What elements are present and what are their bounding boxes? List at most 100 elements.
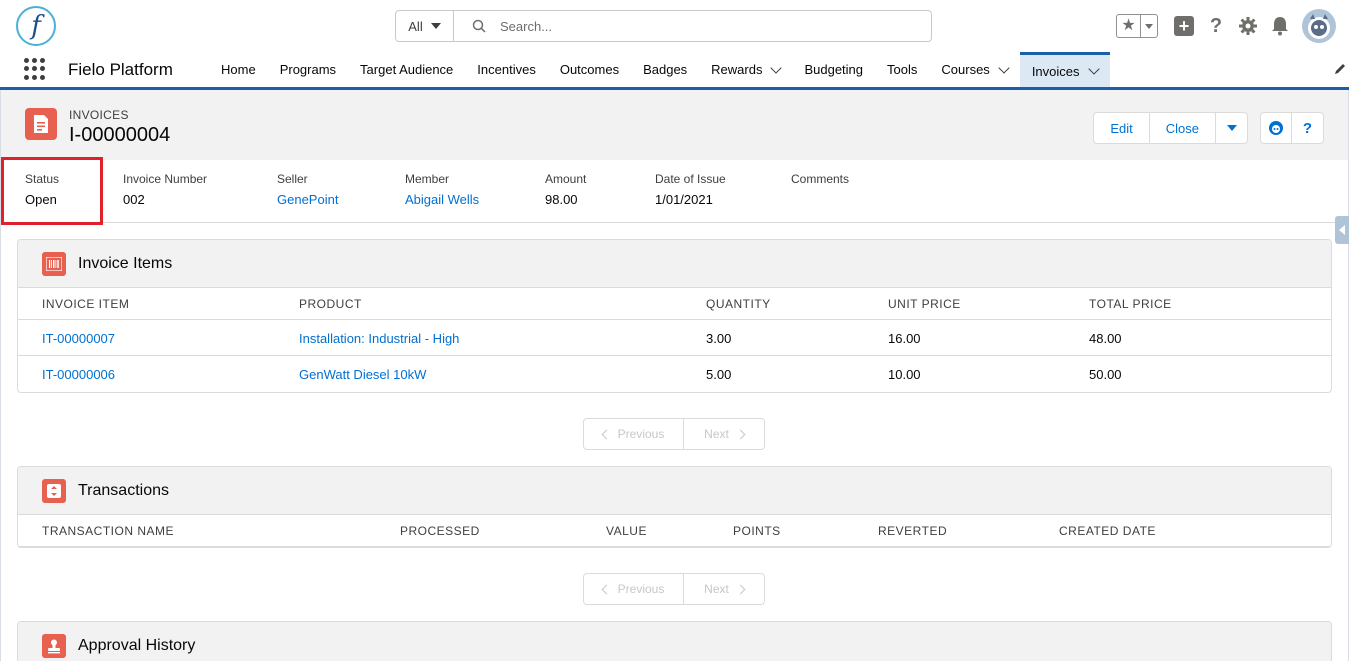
unit-price-cell: 10.00 xyxy=(888,367,921,382)
chevron-down-icon[interactable] xyxy=(770,61,783,74)
chevron-right-icon xyxy=(735,584,746,594)
nav-item-budgeting[interactable]: Budgeting xyxy=(792,52,875,87)
highlight-seller: Seller GenePoint xyxy=(277,172,338,207)
nav-label: Invoices xyxy=(1031,63,1080,79)
invoice-number-value: 002 xyxy=(123,192,145,207)
edit-button[interactable]: Edit xyxy=(1093,112,1150,144)
astro-avatar-icon xyxy=(1308,14,1330,39)
nav-item-outcomes[interactable]: Outcomes xyxy=(548,52,631,87)
column-header[interactable]: TRANSACTION NAME xyxy=(42,524,174,538)
follow-button[interactable] xyxy=(1260,112,1292,144)
chevron-left-icon xyxy=(601,429,612,439)
chevron-down-icon xyxy=(430,23,441,29)
unit-price-cell: 16.00 xyxy=(888,331,921,346)
utility-panel-toggle[interactable] xyxy=(1335,216,1349,244)
global-actions-button[interactable]: + xyxy=(1168,10,1200,42)
favorites-list-button[interactable] xyxy=(1141,23,1157,29)
invoice-items-card: Invoice Items INVOICE ITEM PRODUCT QUANT… xyxy=(17,239,1332,393)
nav-item-badges[interactable]: Badges xyxy=(631,52,699,87)
app-launcher-icon[interactable] xyxy=(24,58,46,80)
nav-label: Rewards xyxy=(711,62,763,77)
card-title[interactable]: Transactions xyxy=(78,482,169,500)
column-header[interactable]: VALUE xyxy=(606,524,647,538)
close-button[interactable]: Close xyxy=(1149,112,1216,144)
help-button[interactable]: ? xyxy=(1200,10,1232,42)
plus-icon: + xyxy=(1174,16,1194,36)
column-header[interactable]: QUANTITY xyxy=(706,297,771,311)
quantity-cell: 5.00 xyxy=(706,367,732,382)
column-header[interactable]: UNIT PRICE xyxy=(888,297,961,311)
app-name: Fielo Platform xyxy=(68,60,173,79)
search-input[interactable] xyxy=(500,18,900,34)
nav-item-rewards[interactable]: Rewards xyxy=(699,52,792,87)
next-button[interactable]: Next xyxy=(684,419,764,449)
nav-label: Tools xyxy=(887,62,918,77)
card-title[interactable]: Approval History xyxy=(78,637,195,655)
edit-nav-button[interactable] xyxy=(1333,62,1347,79)
global-search: All xyxy=(395,10,932,42)
transactions-pager: Previous Next xyxy=(583,573,765,605)
nav-item-courses[interactable]: Courses xyxy=(929,52,1019,87)
invoice-items-pager: Previous Next xyxy=(583,418,765,450)
record-type-label: INVOICES xyxy=(69,108,129,122)
chevron-right-icon xyxy=(735,429,746,439)
nav-items: Home Programs Target Audience Incentives… xyxy=(209,52,1110,87)
notifications-button[interactable] xyxy=(1264,10,1296,42)
amount-value: 98.00 xyxy=(545,192,578,207)
field-label: Date of Issue xyxy=(655,172,726,186)
favorites-button[interactable]: ★ xyxy=(1116,14,1158,38)
nav-label: Courses xyxy=(941,62,990,77)
more-actions-button[interactable] xyxy=(1216,112,1248,144)
column-header[interactable]: TOTAL PRICE xyxy=(1089,297,1172,311)
global-header: f All ★ + ? xyxy=(0,0,1349,52)
setup-button[interactable] xyxy=(1232,10,1264,42)
barcode-icon xyxy=(42,251,66,276)
column-header[interactable]: REVERTED xyxy=(878,524,947,538)
nav-label: Programs xyxy=(279,62,337,77)
status-highlight-box xyxy=(1,157,103,225)
nav-item-invoices[interactable]: Invoices xyxy=(1019,52,1110,87)
chevron-down-icon[interactable] xyxy=(1087,63,1100,75)
search-icon xyxy=(472,19,486,33)
nav-item-incentives[interactable]: Incentives xyxy=(465,52,548,87)
column-header[interactable]: PROCESSED xyxy=(400,524,480,538)
field-label: Amount xyxy=(545,172,587,186)
chevron-down-icon[interactable] xyxy=(998,61,1010,74)
column-header[interactable]: INVOICE ITEM xyxy=(42,297,129,311)
user-avatar[interactable] xyxy=(1302,9,1336,43)
record-actions: Edit Close xyxy=(1093,112,1248,144)
member-link[interactable]: Abigail Wells xyxy=(405,192,479,207)
approval-history-card: Approval History xyxy=(17,621,1332,661)
nav-item-home[interactable]: Home xyxy=(209,52,268,87)
approval-icon xyxy=(42,633,66,658)
app-nav-bar: Fielo Platform Home Programs Target Audi… xyxy=(0,52,1349,90)
column-header[interactable]: CREATED DATE xyxy=(1059,524,1156,538)
product-link[interactable]: GenWatt Diesel 10kW xyxy=(299,367,426,382)
field-label: Invoice Number xyxy=(123,172,208,186)
nav-label: Budgeting xyxy=(804,62,864,77)
column-header[interactable]: PRODUCT xyxy=(299,297,362,311)
column-header[interactable]: POINTS xyxy=(733,524,781,538)
search-scope-label: All xyxy=(408,18,423,34)
product-link[interactable]: Installation: Industrial - High xyxy=(299,331,459,346)
card-title[interactable]: Invoice Items xyxy=(78,255,172,273)
nav-item-target-audience[interactable]: Target Audience xyxy=(348,52,465,87)
previous-button[interactable]: Previous xyxy=(584,574,684,604)
record-utility-buttons: ? xyxy=(1260,112,1324,144)
nav-label: Home xyxy=(221,62,256,77)
previous-button[interactable]: Previous xyxy=(584,419,684,449)
table-header: INVOICE ITEM PRODUCT QUANTITY UNIT PRICE… xyxy=(18,288,1331,320)
seller-link[interactable]: GenePoint xyxy=(277,192,338,207)
invoice-record-icon xyxy=(25,108,57,140)
nav-item-programs[interactable]: Programs xyxy=(268,52,348,87)
nav-item-tools[interactable]: Tools xyxy=(875,52,929,87)
highlight-date-of-issue: Date of Issue 1/01/2021 xyxy=(655,172,726,207)
highlights-panel: Status Open Invoice Number 002 Seller Ge… xyxy=(1,160,1348,222)
star-icon: ★ xyxy=(1117,15,1141,37)
fielo-logo[interactable]: f xyxy=(16,6,56,46)
search-scope-dropdown[interactable]: All xyxy=(396,11,454,41)
next-button[interactable]: Next xyxy=(684,574,764,604)
invoice-item-link[interactable]: IT-00000007 xyxy=(42,331,115,346)
help-for-page-button[interactable]: ? xyxy=(1292,112,1324,144)
invoice-item-link[interactable]: IT-00000006 xyxy=(42,367,115,382)
